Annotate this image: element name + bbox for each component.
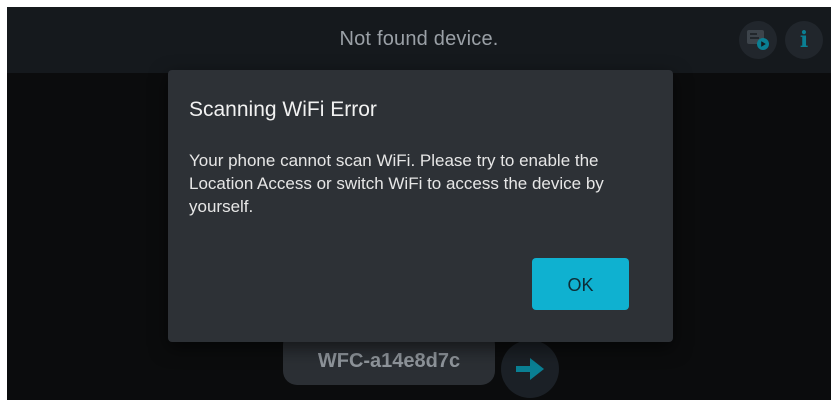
info-button[interactable]: i bbox=[785, 21, 823, 59]
dialog-message: Your phone cannot scan WiFi. Please try … bbox=[189, 151, 604, 216]
ok-button[interactable]: OK bbox=[532, 258, 629, 310]
device-name: WFC-a14e8d7c bbox=[317, 349, 461, 372]
connect-button[interactable] bbox=[501, 340, 559, 398]
error-dialog: Scanning WiFi Error Your phone cannot sc… bbox=[168, 70, 673, 342]
app-screen: Not found device. i WFC-a14e8d7c Scannin… bbox=[7, 7, 831, 400]
dialog-title: Scanning WiFi Error bbox=[189, 98, 377, 121]
status-title: Not found device. bbox=[339, 28, 499, 50]
media-button[interactable] bbox=[739, 21, 777, 59]
arrow-right-icon bbox=[516, 358, 544, 380]
screen-play-icon bbox=[747, 30, 769, 50]
top-bar: Not found device. i bbox=[7, 7, 831, 73]
info-icon: i bbox=[799, 27, 809, 53]
